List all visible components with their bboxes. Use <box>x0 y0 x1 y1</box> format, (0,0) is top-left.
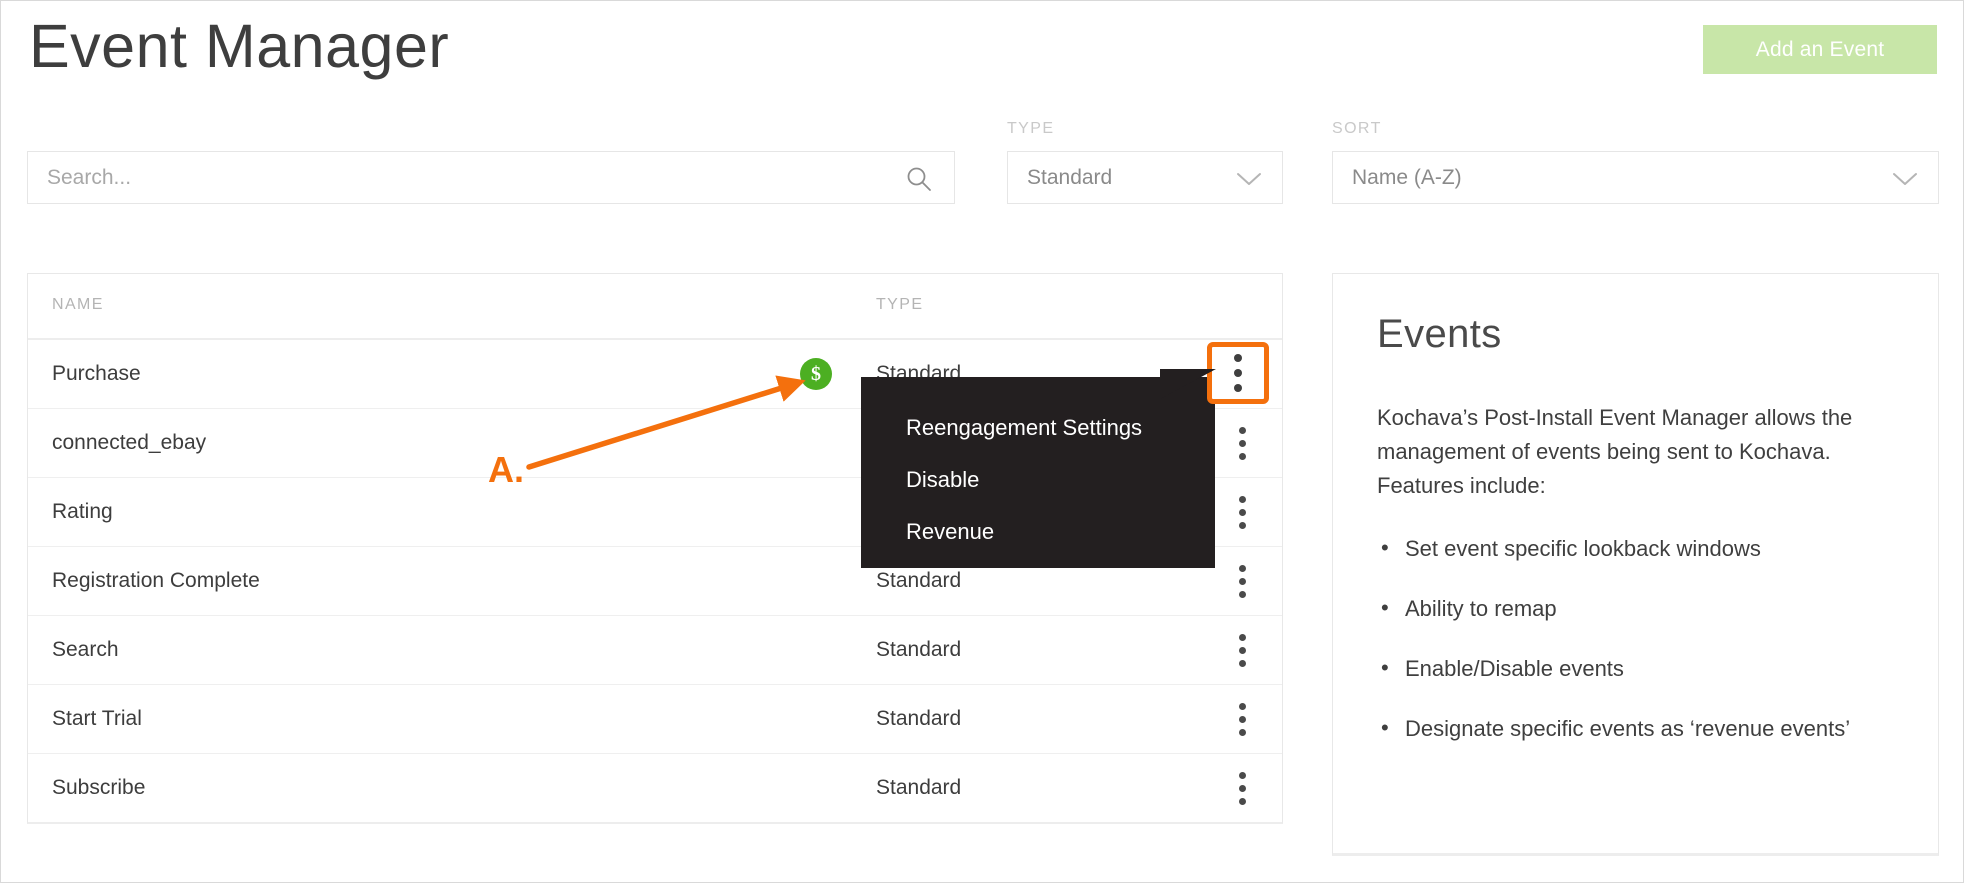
context-menu-item-revenue[interactable]: Revenue <box>906 519 994 545</box>
event-name-cell: Start Trial <box>52 707 142 730</box>
add-an-event-button[interactable]: Add an Event <box>1703 25 1937 74</box>
menu-pointer-triangle <box>1160 369 1216 399</box>
kebab-dot <box>1238 439 1246 447</box>
kebab-menu-icon[interactable] <box>1220 685 1264 753</box>
column-header-name: NAME <box>52 296 104 313</box>
kebab-dot <box>1238 495 1246 503</box>
event-type-cell: Standard <box>876 707 962 730</box>
kebab-menu-icon[interactable] <box>1220 547 1264 615</box>
column-header-type: TYPE <box>876 296 924 313</box>
kebab-dot <box>1238 521 1246 529</box>
kebab-dot <box>1238 508 1246 516</box>
kebab-dot <box>1234 384 1242 392</box>
events-info-panel: Events Kochava’s Post-Install Event Mana… <box>1332 273 1939 856</box>
event-name-cell: Registration Complete <box>52 569 260 592</box>
table-header-row: NAME TYPE <box>28 274 1282 340</box>
sort-filter-value: Name (A-Z) <box>1352 165 1462 189</box>
kebab-dot <box>1238 715 1246 723</box>
context-menu-item-reengagement-settings[interactable]: Reengagement Settings <box>906 415 1142 441</box>
event-name-cell: Purchase <box>52 362 141 385</box>
sort-filter-select[interactable]: Name (A-Z) <box>1332 151 1939 204</box>
kebab-menu-icon-active[interactable] <box>1160 342 1269 404</box>
kebab-dot <box>1238 564 1246 572</box>
info-panel-feature-list: Set event specific lookback windows Abili… <box>1377 532 1894 745</box>
event-name-cell: Rating <box>52 500 113 523</box>
kebab-dot <box>1238 797 1246 805</box>
kebab-dot <box>1238 633 1246 641</box>
kebab-menu-icon[interactable] <box>1220 409 1264 477</box>
event-name-cell: Search <box>52 638 119 661</box>
table-row[interactable]: Subscribe Standard <box>28 754 1282 822</box>
chevron-down-icon[interactable] <box>1892 172 1918 186</box>
kebab-dot <box>1234 369 1242 377</box>
search-icon[interactable] <box>906 166 932 192</box>
kebab-dot <box>1238 728 1246 736</box>
kebab-dot <box>1238 426 1246 434</box>
sort-filter-label: SORT <box>1332 120 1382 137</box>
event-type-cell: Standard <box>876 776 962 799</box>
info-panel-bullet: Designate specific events as ‘revenue ev… <box>1381 712 1894 745</box>
info-panel-bullet: Set event specific lookback windows <box>1381 532 1894 565</box>
info-panel-title: Events <box>1377 312 1502 356</box>
row-context-menu: Reengagement Settings Disable Revenue <box>861 377 1215 568</box>
info-panel-paragraph: Kochava’s Post-Install Event Manager all… <box>1377 405 1853 499</box>
kebab-dot <box>1234 354 1242 362</box>
page-title: Event Manager <box>29 12 450 80</box>
kebab-dot <box>1238 771 1246 779</box>
kebab-dot <box>1238 590 1246 598</box>
kebab-menu-icon[interactable] <box>1220 478 1264 546</box>
type-filter-select[interactable]: Standard <box>1007 151 1283 204</box>
table-row[interactable]: Start Trial Standard <box>28 685 1282 754</box>
filter-bar: Search... TYPE Standard SORT Name (A-Z) <box>1 113 1963 213</box>
search-placeholder: Search... <box>47 165 132 189</box>
event-type-cell: Standard <box>876 638 962 661</box>
kebab-menu-icon[interactable] <box>1220 616 1264 684</box>
info-panel-bullet: Enable/Disable events <box>1381 652 1894 685</box>
event-manager-page: Event Manager Add an Event Search... TYP… <box>0 0 1964 883</box>
table-row[interactable]: Search Standard <box>28 616 1282 685</box>
kebab-menu-icon[interactable] <box>1220 754 1264 822</box>
page-header: Event Manager Add an Event <box>1 1 1963 113</box>
type-filter-label: TYPE <box>1007 120 1055 137</box>
info-panel-bullet: Ability to remap <box>1381 592 1894 625</box>
chevron-down-icon[interactable] <box>1236 172 1262 186</box>
context-menu-item-disable[interactable]: Disable <box>906 467 979 493</box>
search-input[interactable]: Search... <box>27 151 955 204</box>
kebab-dot <box>1238 452 1246 460</box>
revenue-badge-icon: $ <box>800 358 832 390</box>
type-filter-value: Standard <box>1027 165 1113 189</box>
event-name-cell: connected_ebay <box>52 431 207 454</box>
kebab-dot <box>1238 646 1246 654</box>
event-name-cell: Subscribe <box>52 776 146 799</box>
kebab-dot <box>1238 784 1246 792</box>
kebab-dot <box>1238 659 1246 667</box>
kebab-dot <box>1238 702 1246 710</box>
annotation-label-a: A. <box>488 449 524 490</box>
kebab-dot <box>1238 577 1246 585</box>
